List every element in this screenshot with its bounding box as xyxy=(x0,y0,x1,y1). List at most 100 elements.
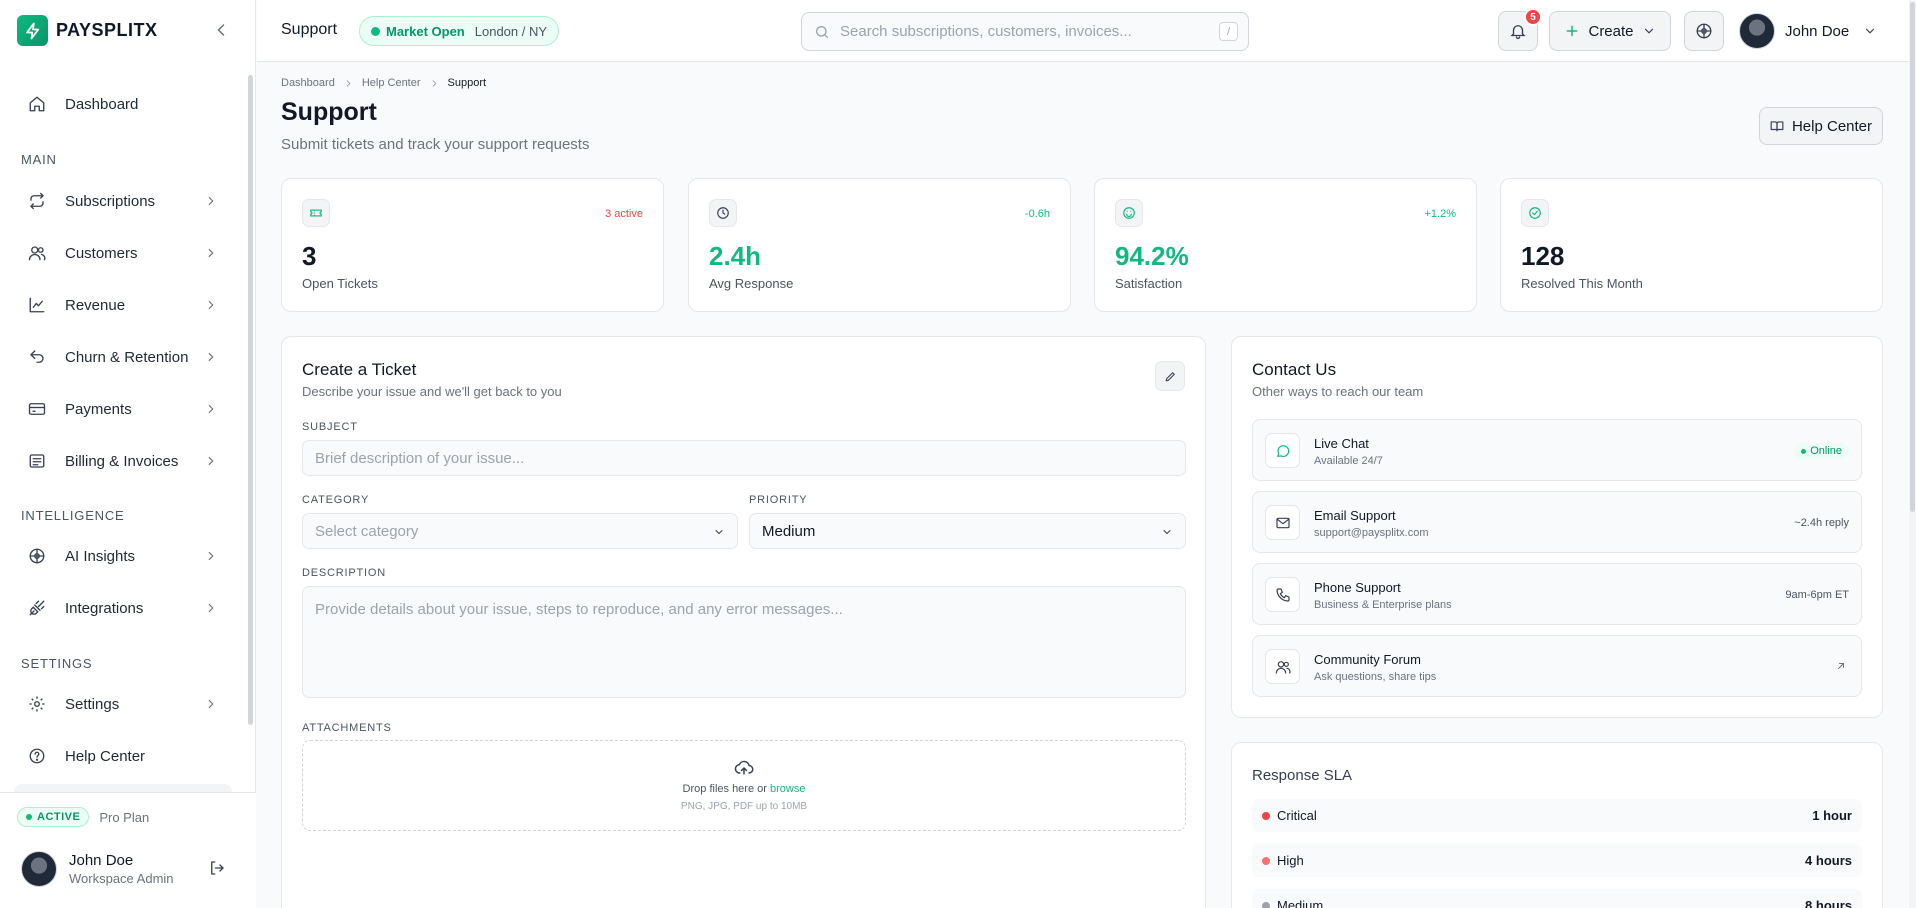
brand-logo-icon xyxy=(17,15,48,46)
chevron-right-icon xyxy=(204,246,218,260)
collapse-sidebar-icon[interactable] xyxy=(211,20,231,40)
plan-row: ACTIVE Pro Plan xyxy=(17,807,149,827)
stat-delta: -0.6h xyxy=(1024,208,1050,220)
avatar xyxy=(21,851,57,887)
sidebar-footer: ACTIVE Pro Plan John Doe Workspace Admin xyxy=(0,792,256,908)
priority-value: Medium xyxy=(762,522,816,540)
stat-card-resolved: 128 Resolved This Month xyxy=(1500,178,1883,312)
section-label-settings: SETTINGS xyxy=(21,656,93,671)
contact-live-chat[interactable]: Live Chat Available 24/7 Online xyxy=(1252,419,1862,481)
sla-time: 8 hours xyxy=(1805,898,1852,908)
stat-value: 128 xyxy=(1521,241,1565,271)
sidebar-item-integrations[interactable]: Integrations xyxy=(14,586,232,630)
browse-link[interactable]: browse xyxy=(770,783,805,795)
stat-card-satisfaction: +1.2% 94.2% Satisfaction xyxy=(1094,178,1477,312)
contact-us-card: Contact Us Other ways to reach our team … xyxy=(1231,336,1883,718)
contact-title: Community Forum xyxy=(1314,652,1421,667)
priority-dot xyxy=(1262,856,1270,865)
sidebar-item-customers[interactable]: Customers xyxy=(14,231,232,275)
contact-title: Phone Support xyxy=(1314,580,1401,595)
priority-dot xyxy=(1262,901,1270,908)
chevron-down-icon xyxy=(1161,526,1173,538)
sidebar-item-label: Customers xyxy=(65,244,138,262)
contact-subtitle: Ask questions, share tips xyxy=(1314,671,1437,683)
phone-icon xyxy=(1265,577,1300,612)
priority-label: PRIORITY xyxy=(749,494,808,506)
sla-row-high: High 4 hours xyxy=(1252,844,1862,877)
brand[interactable]: PAYSPLITX xyxy=(17,15,158,46)
notifications-button[interactable]: 5 xyxy=(1498,8,1542,51)
dropzone-hint: PNG, JPG, PDF up to 10MB xyxy=(680,801,808,812)
sidebar-item-dashboard[interactable]: Dashboard xyxy=(14,82,232,126)
sidebar-item-label: Payments xyxy=(65,400,132,418)
brain-icon xyxy=(28,547,46,565)
ai-assistant-button[interactable] xyxy=(1684,11,1724,51)
sidebar-item-label: Integrations xyxy=(65,599,144,617)
sidebar-item-help-center[interactable]: Help Center xyxy=(14,734,232,778)
sidebar-item-billing-invoices[interactable]: Billing & Invoices xyxy=(14,439,232,483)
sla-row-medium: Medium 8 hours xyxy=(1252,889,1862,908)
sidebar-item-label: Churn & Retention xyxy=(65,348,189,366)
sidebar-item-subscriptions[interactable]: Subscriptions xyxy=(14,179,232,223)
chart-line-icon xyxy=(28,296,46,314)
card-subtitle: Describe your issue and we'll get back t… xyxy=(302,384,562,399)
response-sla-card: Response SLA Critical 1 hour High 4 hour… xyxy=(1231,742,1883,908)
topbar: Support Market Open London / NY / 5 Crea… xyxy=(257,0,1909,62)
user-menu[interactable]: John Doe xyxy=(1739,13,1877,49)
chevron-right-icon xyxy=(204,298,218,312)
create-button[interactable]: Create xyxy=(1549,11,1671,51)
sidebar-item-label: Billing & Invoices xyxy=(65,452,179,470)
priority-select[interactable]: Medium xyxy=(749,513,1186,549)
description-textarea[interactable] xyxy=(302,586,1186,698)
chevron-right-icon xyxy=(429,78,440,89)
contact-email-support[interactable]: Email Support support@paysplitx.com ~2.4… xyxy=(1252,491,1862,553)
chevron-right-icon xyxy=(343,78,354,89)
ticket-icon xyxy=(302,199,330,227)
stat-delta: +1.2% xyxy=(1424,208,1457,220)
brand-name: PAYSPLITX xyxy=(56,20,158,40)
contact-subtitle: support@paysplitx.com xyxy=(1314,527,1429,539)
search-shortcut: / xyxy=(1219,22,1238,41)
breadcrumb-dashboard[interactable]: Dashboard xyxy=(281,77,335,89)
search-box[interactable]: / xyxy=(801,12,1249,51)
subject-label: SUBJECT xyxy=(302,421,358,433)
sidebar-item-churn-retention[interactable]: Churn & Retention xyxy=(14,335,232,379)
edit-button[interactable] xyxy=(1155,361,1185,391)
breadcrumb-help-center[interactable]: Help Center xyxy=(362,77,421,89)
online-status-badge: Online xyxy=(1794,443,1849,459)
sidebar-item-settings[interactable]: Settings xyxy=(14,682,232,726)
breadcrumb-current: Support xyxy=(447,77,487,89)
contact-community-forum[interactable]: Community Forum Ask questions, share tip… xyxy=(1252,635,1862,697)
sidebar-item-label: Dashboard xyxy=(65,95,139,113)
sla-priority: Medium xyxy=(1277,898,1324,908)
sidebar-item-ai-insights[interactable]: AI Insights xyxy=(14,534,232,578)
pencil-icon xyxy=(1164,370,1177,383)
sidebar-item-payments[interactable]: Payments xyxy=(14,387,232,431)
cloud-upload-icon xyxy=(734,758,754,778)
users-icon xyxy=(1265,649,1300,684)
sidebar-item-support-active[interactable] xyxy=(14,784,232,792)
page-scrollbar-thumb[interactable] xyxy=(1910,2,1915,512)
sidebar-scrollbar-thumb[interactable] xyxy=(248,75,253,725)
category-select[interactable]: Select category xyxy=(302,513,738,549)
sidebar-item-revenue[interactable]: Revenue xyxy=(14,283,232,327)
sla-time: 1 hour xyxy=(1812,808,1852,823)
contact-subtitle: Business & Enterprise plans xyxy=(1314,599,1452,611)
sidebar-item-label: Subscriptions xyxy=(65,192,156,210)
sidebar-user[interactable]: John Doe Workspace Admin xyxy=(21,851,174,887)
smile-icon xyxy=(1115,199,1143,227)
contact-phone-support[interactable]: Phone Support Business & Enterprise plan… xyxy=(1252,563,1862,625)
attachments-dropzone[interactable]: Drop files here or browse PNG, JPG, PDF … xyxy=(302,740,1186,831)
contact-meta: ~2.4h reply xyxy=(1794,517,1849,529)
section-label-main: MAIN xyxy=(21,152,57,167)
subject-input[interactable] xyxy=(302,440,1186,476)
search-input[interactable] xyxy=(840,23,1210,40)
help-center-button[interactable]: Help Center xyxy=(1759,107,1883,145)
sla-priority: High xyxy=(1277,853,1304,868)
chevron-right-icon xyxy=(204,194,218,208)
dropzone-text: Drop files here or browse xyxy=(682,783,806,795)
stat-value: 2.4h xyxy=(709,241,762,271)
logout-icon[interactable] xyxy=(208,859,226,877)
gear-icon xyxy=(28,695,46,713)
page-subtitle: Submit tickets and track your support re… xyxy=(281,136,590,153)
